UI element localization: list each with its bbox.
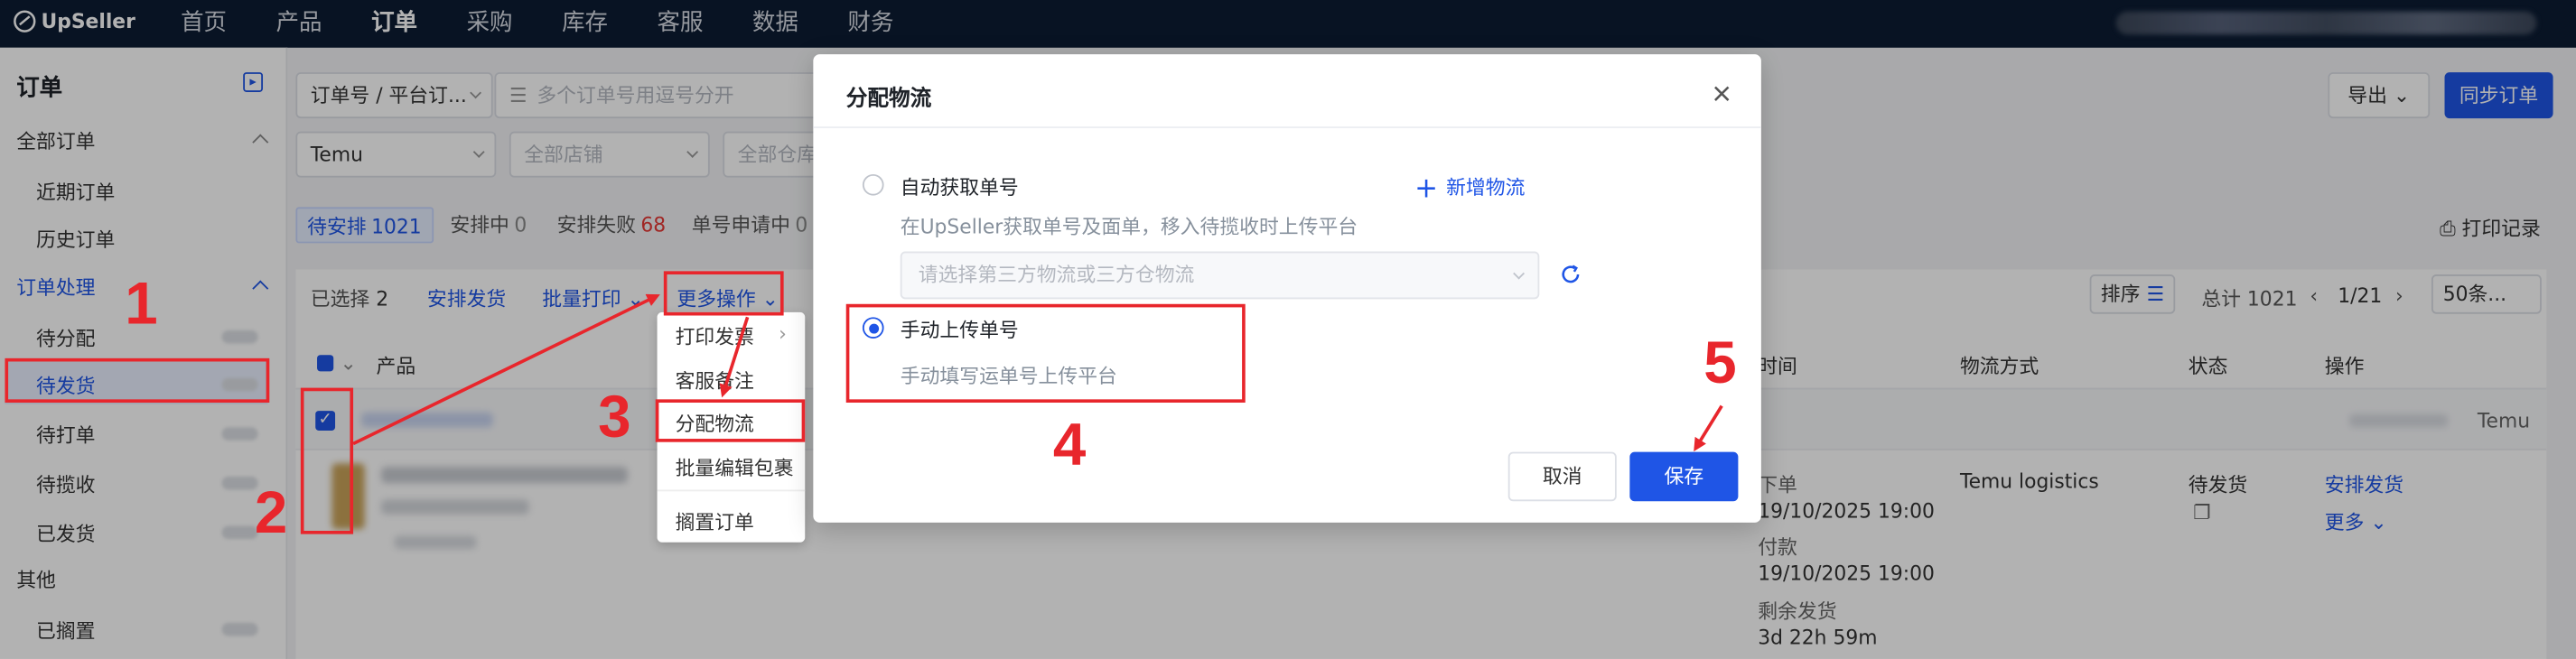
auto-tracking-radio[interactable] bbox=[862, 173, 884, 196]
logistics-select[interactable]: 请选择第三方物流或三方仓物流 bbox=[900, 251, 1540, 300]
annotation-box-assign-logistics bbox=[655, 399, 806, 442]
annotation-box-checkbox bbox=[300, 387, 354, 534]
logistics-placeholder: 请选择第三方物流或三方仓物流 bbox=[918, 263, 1195, 286]
add-logistics-link[interactable]: + 新增物流 bbox=[1414, 172, 1525, 205]
annotation-number-5: 5 bbox=[1703, 329, 1737, 396]
annotation-box-to-ship bbox=[5, 357, 270, 403]
menu-item-cs-note[interactable]: 客服备注 bbox=[676, 367, 754, 394]
menu-divider bbox=[657, 489, 806, 492]
refresh-icon[interactable] bbox=[1559, 263, 1582, 285]
chevron-down-icon bbox=[1513, 267, 1526, 280]
annotation-box-more-actions bbox=[663, 271, 784, 316]
annotation-box-manual-upload bbox=[845, 303, 1246, 403]
annotation-number-4: 4 bbox=[1052, 411, 1087, 478]
dialog-title: 分配物流 bbox=[845, 87, 932, 112]
save-button[interactable]: 保存 bbox=[1629, 451, 1739, 502]
auto-tracking-label[interactable]: 自动获取单号 bbox=[901, 172, 1019, 200]
close-icon[interactable] bbox=[1710, 82, 1732, 105]
menu-item-batch-edit-package[interactable]: 批量编辑包裹 bbox=[676, 453, 794, 481]
menu-item-print-invoice[interactable]: 打印发票 bbox=[676, 322, 754, 350]
annotation-number-1: 1 bbox=[125, 269, 158, 338]
auto-tracking-desc: 在UpSeller获取单号及面单，移入待揽收时上传平台 bbox=[900, 215, 1358, 238]
add-logistics-label: 新增物流 bbox=[1446, 175, 1526, 200]
menu-item-hold-order[interactable]: 搁置订单 bbox=[676, 508, 754, 536]
annotation-number-2: 2 bbox=[254, 478, 288, 546]
plus-icon: + bbox=[1414, 172, 1438, 206]
chevron-right-icon: › bbox=[779, 321, 787, 346]
annotation-number-3: 3 bbox=[598, 383, 631, 450]
cancel-button[interactable]: 取消 bbox=[1507, 451, 1617, 502]
app-window: UpSeller 首页 产品 订单 采购 库存 客服 数据 财务 订单 全部订单… bbox=[0, 0, 2576, 659]
dialog-divider bbox=[813, 126, 1761, 128]
assign-logistics-dialog: 分配物流 自动获取单号 + 新增物流 在UpSeller获取单号及面单，移入待揽收… bbox=[813, 54, 1761, 523]
